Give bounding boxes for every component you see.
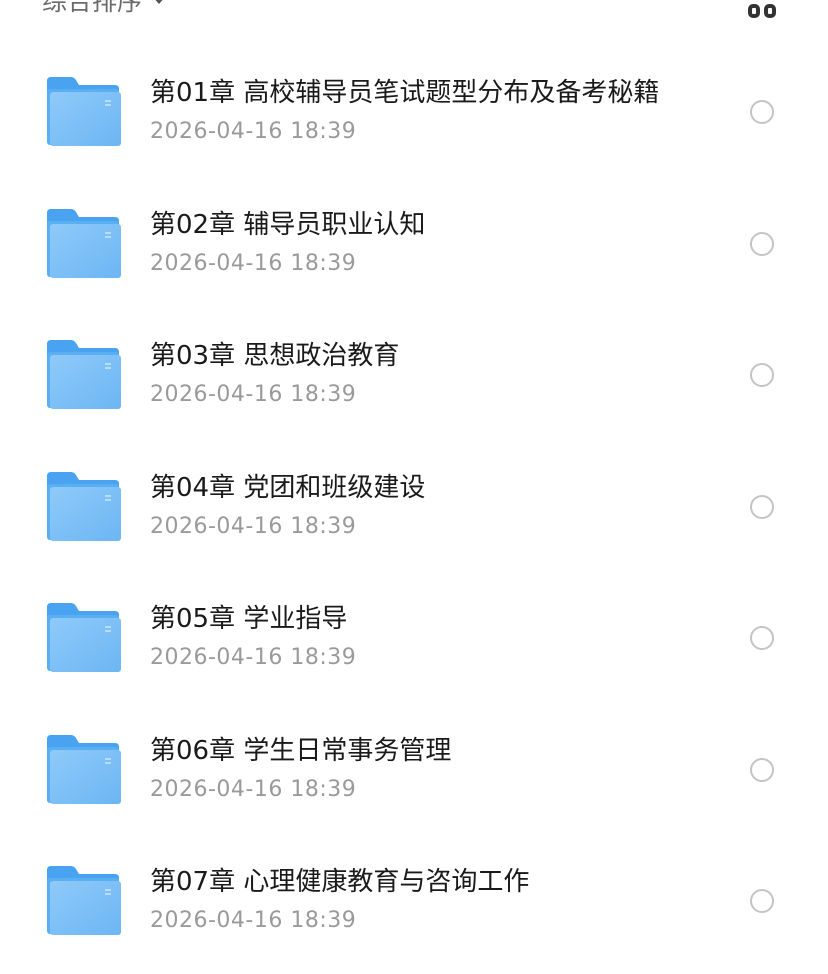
folder-icon (47, 734, 121, 804)
folder-date: 2026-04-16 18:39 (150, 645, 357, 670)
sort-dropdown-button[interactable]: 综合排序 (42, 0, 167, 16)
select-radio[interactable] (750, 757, 774, 782)
folder-icon (47, 340, 121, 409)
folder-icon (47, 77, 121, 146)
list-item[interactable]: 第03章 思想政治教育 2026-04-16 18:39 (0, 309, 828, 441)
select-radio[interactable] (750, 494, 774, 519)
select-radio[interactable] (750, 231, 774, 256)
folder-title: 第05章 学业指导 (150, 604, 348, 634)
list-item[interactable]: 第05章 学业指导 2026-04-16 18:39 (0, 572, 828, 704)
select-radio[interactable] (750, 889, 774, 913)
list-item[interactable]: 第02章 辅导员职业认知 2026-04-16 18:39 (0, 178, 828, 310)
list-item[interactable]: 第01章 高校辅导员笔试题型分布及备考秘籍 2026-04-16 18:39 (0, 46, 828, 178)
folder-title: 第04章 党团和班级建设 (150, 472, 426, 503)
folder-date: 2026-04-16 18:39 (150, 776, 357, 802)
folder-date: 2026-04-16 18:39 (150, 250, 357, 276)
top-toolbar: 综合排序 (0, 0, 828, 30)
grid-view-icon[interactable] (748, 0, 784, 18)
list-item[interactable]: 第04章 党团和班级建设 2026-04-16 18:39 (0, 441, 828, 573)
folder-list: 第01章 高校辅导员笔试题型分布及备考秘籍 2026-04-16 18:39 第… (0, 46, 828, 967)
folder-icon (47, 208, 121, 278)
folder-title: 第03章 思想政治教育 (150, 341, 400, 371)
folder-icon (47, 471, 121, 541)
folder-title: 第07章 心理健康教育与咨询工作 (150, 867, 530, 897)
select-radio[interactable] (750, 626, 774, 650)
folder-title: 第06章 学生日常事务管理 (150, 735, 452, 766)
chevron-down-icon (152, 0, 167, 4)
list-item[interactable]: 第07章 心理健康教育与咨询工作 2026-04-16 18:39 (0, 835, 828, 967)
folder-date: 2026-04-16 18:39 (150, 119, 357, 144)
select-radio[interactable] (750, 100, 774, 124)
folder-date: 2026-04-16 18:39 (150, 382, 357, 407)
select-radio[interactable] (750, 363, 774, 387)
sort-label: 综合排序 (42, 0, 143, 16)
folder-title: 第01章 高校辅导员笔试题型分布及备考秘籍 (150, 78, 660, 108)
list-item[interactable]: 第06章 学生日常事务管理 2026-04-16 18:39 (0, 704, 828, 836)
folder-icon (47, 866, 121, 935)
folder-date: 2026-04-16 18:39 (150, 513, 357, 539)
folder-icon (47, 603, 121, 672)
folder-date: 2026-04-16 18:39 (150, 908, 357, 933)
folder-title: 第02章 辅导员职业认知 (150, 209, 426, 240)
